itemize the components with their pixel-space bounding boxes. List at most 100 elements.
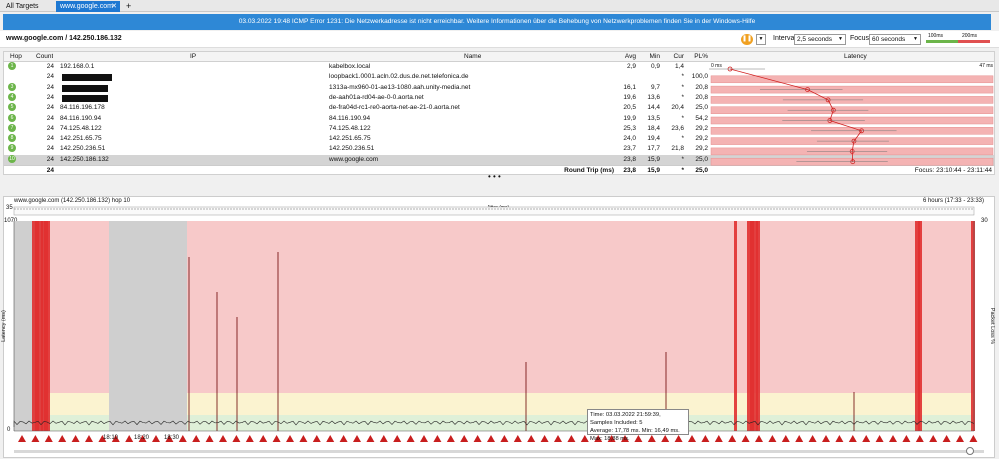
- cell-min: 13,5: [647, 114, 660, 122]
- time-label: 18:20: [134, 435, 150, 441]
- cell-name: de-fra04d-rc1-re0-aorta-net-ae-21-0.aort…: [329, 104, 460, 112]
- tab-label: All Targets: [6, 3, 39, 10]
- cell-avg: 23,7: [623, 145, 636, 153]
- col-min[interactable]: Min: [640, 52, 660, 62]
- options-dropdown-button[interactable]: ▼: [756, 34, 766, 45]
- cell-pl: 25,0: [695, 155, 708, 163]
- table-row[interactable]: 24 loopback1.0001.acln.02.dus.de.net.tele…: [4, 72, 709, 82]
- cell-cur: *: [681, 73, 684, 81]
- legend-high: 200ms: [962, 33, 978, 39]
- cell-ip: 142.251.65.75: [60, 135, 102, 143]
- packet-loss-marker-icon: [567, 435, 576, 442]
- cell-ip: 84.116.196.178: [60, 104, 105, 112]
- col-count[interactable]: Count: [36, 52, 53, 62]
- cell-name: 74.125.48.122: [329, 124, 371, 132]
- tooltip-time: Time: 03.03.2022 21:59:39,: [590, 412, 661, 418]
- packet-loss-marker-icon: [714, 435, 723, 442]
- cell-min: 9,7: [650, 83, 660, 91]
- tab-google[interactable]: www.google.com ✕: [56, 1, 120, 12]
- packet-loss-marker-icon: [125, 435, 134, 442]
- redacted-ip: [62, 94, 108, 102]
- packet-loss-marker-icon: [420, 435, 428, 442]
- hop-status-icon: 9: [8, 144, 16, 153]
- cell-ip: 192.168.0.1: [60, 63, 95, 70]
- packet-loss-marker-icon: [969, 435, 978, 442]
- packet-loss-spike: [47, 221, 50, 431]
- packet-loss-marker-icon: [259, 435, 268, 442]
- table-row[interactable]: 8 24 142.251.65.75 142.251.65.75 24,0 19,4 * 29…: [4, 134, 709, 144]
- table-row[interactable]: 5 24 84.116.196.178 de-fra04d-rc1-re0-aorta…: [4, 103, 709, 113]
- cell-cur: *: [681, 83, 684, 91]
- packet-loss-spike: [971, 221, 975, 431]
- cell-ip: 74.125.48.122: [60, 124, 102, 132]
- packet-loss-bar: [710, 85, 994, 94]
- packet-loss-marker-icon: [513, 435, 522, 442]
- focus-value: 60 seconds: [872, 36, 906, 43]
- cell-pl: 29,2: [695, 124, 708, 132]
- cell-name: kabelbox.local: [329, 63, 371, 70]
- col-ip[interactable]: IP: [190, 52, 196, 62]
- packet-loss-marker-icon: [822, 435, 830, 442]
- col-pl[interactable]: PL%: [688, 52, 708, 62]
- graph-tooltip: Time: 03.03.2022 21:59:39, Samples Inclu…: [587, 409, 689, 442]
- splitter-handle-icon[interactable]: • • •: [488, 172, 501, 181]
- col-name[interactable]: Name: [464, 52, 481, 62]
- packet-loss-marker-icon: [701, 435, 710, 442]
- cell-min: 0,9: [650, 63, 660, 70]
- col-hop[interactable]: Hop: [10, 52, 22, 62]
- table-row[interactable]: 9 24 142.250.236.51 142.250.236.51 23,7 17,7 2…: [4, 144, 709, 154]
- cell-pl: 54,2: [695, 114, 708, 122]
- toolbar: www.google.com / 142.250.186.132 ❚❚ ▼ In…: [0, 31, 999, 48]
- hop-status-icon: 7: [8, 123, 16, 132]
- packet-loss-marker-icon: [446, 435, 455, 442]
- packet-loss-marker-icon: [205, 435, 214, 442]
- col-cur[interactable]: Cur: [664, 52, 684, 62]
- interval-select[interactable]: 2,5 seconds ▼: [794, 34, 846, 45]
- scrollbar-thumb[interactable]: [966, 447, 974, 455]
- horizontal-scrollbar[interactable]: [14, 450, 984, 453]
- legend-low: 100ms: [928, 33, 944, 39]
- splitter[interactable]: • • •: [0, 172, 999, 195]
- table-row[interactable]: 1 24 192.168.0.1 kabelbox.local 2,9 0,9 1,4: [4, 62, 709, 72]
- table-row[interactable]: 7 24 74.125.48.122 74.125.48.122 25,3 18,4 23,…: [4, 123, 709, 134]
- cell-cur: 23,6: [671, 124, 684, 132]
- packet-loss-marker-icon: [942, 435, 951, 442]
- add-tab-button[interactable]: +: [122, 1, 132, 12]
- hop-table: Hop Count IP Name Avg Min Cur PL% Latenc…: [3, 51, 995, 175]
- hop-status-icon: 1: [8, 62, 16, 70]
- packet-loss-marker-icon: [862, 435, 871, 442]
- table-row[interactable]: 6 24 84.116.190.94 84.116.190.94 19,9 13,5 * 54…: [4, 113, 709, 124]
- jitter-strip: [13, 206, 975, 216]
- cell-avg: 19,6: [623, 93, 636, 101]
- tooltip-stats: Average: 17,78 ms. Min: 16,49 ms. Max: 1…: [590, 428, 680, 442]
- close-icon[interactable]: ✕: [111, 1, 117, 12]
- col-avg[interactable]: Avg: [616, 52, 636, 62]
- col-latency[interactable]: Latency: [844, 52, 867, 62]
- latency-mini-chart: [709, 66, 994, 166]
- pause-button[interactable]: ❚❚: [741, 34, 753, 45]
- packet-loss-marker-icon: [527, 435, 536, 442]
- focus-select[interactable]: 60 seconds ▼: [869, 34, 921, 45]
- packet-loss-marker-icon: [889, 435, 897, 442]
- table-row[interactable]: 4 24 de-aah01a-rd04-ae-0-0.aorta.net 19,6 13…: [4, 92, 709, 103]
- packet-loss-marker-icon: [781, 435, 790, 442]
- cell-cur: 1,4: [674, 63, 684, 70]
- cell-avg: 2,9: [626, 63, 636, 70]
- packet-loss-marker-icon: [85, 435, 93, 442]
- no-data-region: [109, 221, 187, 431]
- packet-loss-marker-icon: [31, 435, 40, 442]
- packet-loss-marker-icon: [178, 435, 187, 442]
- latency-column: 0 ms 47 ms: [709, 62, 995, 174]
- banner-text: 03.03.2022 19:48 ICMP Error 1231: Die Ne…: [238, 18, 756, 25]
- chevron-down-icon: ▼: [913, 36, 918, 42]
- cell-pl: 20,8: [695, 83, 708, 91]
- packet-loss-marker-icon: [433, 435, 442, 442]
- hop-status-icon: 3: [8, 82, 16, 91]
- table-row[interactable]: 3 24 1313a-mx960-01-ae13-1080.aah.unity-me…: [4, 82, 709, 93]
- cell-name: de-aah01a-rd04-ae-0-0.aorta.net: [329, 93, 424, 101]
- packet-loss-marker-icon: [353, 435, 361, 442]
- interval-label: Interval: [773, 35, 796, 42]
- tab-all-targets[interactable]: All Targets: [2, 1, 54, 12]
- cell-pl: 100,0: [691, 73, 708, 81]
- cell-cur: 20,4: [671, 104, 684, 112]
